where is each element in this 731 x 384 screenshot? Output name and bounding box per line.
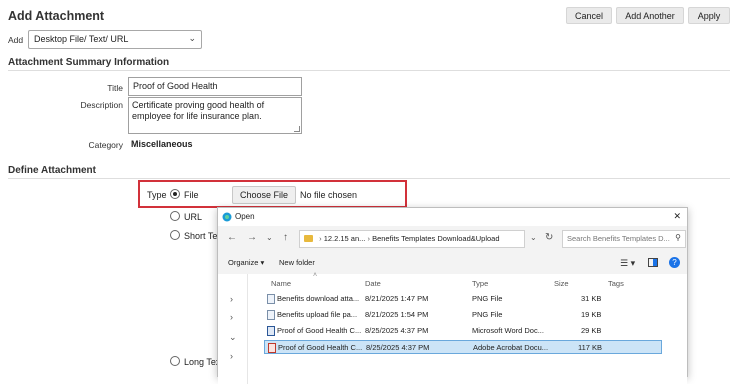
- preview-pane-icon[interactable]: [648, 258, 658, 267]
- sort-ascending-icon: ˄: [313, 272, 318, 279]
- help-icon[interactable]: ?: [669, 257, 680, 268]
- radio-file[interactable]: [170, 189, 180, 199]
- column-header-name[interactable]: Name: [271, 279, 291, 288]
- image-file-icon: [267, 294, 275, 304]
- expand-chevron-icon[interactable]: ›: [230, 312, 233, 322]
- organize-menu[interactable]: Organize ▾: [228, 258, 264, 267]
- no-file-chosen-text: No file chosen: [300, 190, 358, 200]
- radio-url-label: URL: [184, 212, 203, 222]
- description-text: Certificate proving good health of emplo…: [132, 100, 265, 121]
- file-size: 117 KB: [578, 343, 603, 352]
- page-title: Add Attachment: [8, 9, 105, 23]
- resize-grip-icon[interactable]: [294, 126, 300, 132]
- file-row-selected[interactable]: Proof of Good Health C... 8/25/2025 4:37…: [264, 340, 662, 354]
- file-row[interactable]: Benefits upload file pa... 8/21/2025 1:5…: [264, 308, 662, 322]
- recent-locations-chevron-icon[interactable]: ⌄: [266, 233, 273, 242]
- description-textarea[interactable]: Certificate proving good health of emplo…: [128, 97, 302, 134]
- file-type: PNG File: [472, 294, 503, 303]
- define-section-title: Define Attachment: [8, 165, 96, 176]
- type-label: Type: [147, 190, 167, 200]
- title-label: Title: [107, 83, 123, 93]
- image-file-icon: [267, 310, 275, 320]
- word-file-icon: [267, 326, 275, 336]
- summary-section-title: Attachment Summary Information: [8, 57, 170, 68]
- file-size: 29 KB: [581, 326, 602, 335]
- navigation-pane: › › ⌄ ›: [218, 274, 248, 384]
- file-date: 8/25/2025 4:37 PM: [366, 343, 430, 352]
- address-dropdown-chevron-icon[interactable]: ⌄: [530, 233, 537, 242]
- file-date: 8/21/2025 1:47 PM: [365, 294, 429, 303]
- radio-short-text-label: Short Te: [184, 231, 218, 241]
- up-arrow-icon[interactable]: ↑: [283, 232, 288, 243]
- section-divider: [8, 70, 730, 71]
- view-options-icon[interactable]: ☰ ▾: [620, 258, 635, 269]
- new-folder-button[interactable]: New folder: [279, 258, 315, 267]
- file-list-pane: › › ⌄ › ˄ Name Date Type Size Tags Benef…: [218, 272, 687, 384]
- folder-icon: [304, 235, 313, 242]
- radio-url[interactable]: [170, 211, 180, 221]
- organize-label: Organize: [228, 258, 259, 267]
- search-icon: ⚲: [675, 233, 681, 242]
- radio-long-text-label: Long Tex: [184, 357, 221, 367]
- file-name: Benefits upload file pa...: [277, 310, 358, 319]
- file-size: 19 KB: [581, 310, 602, 319]
- description-label: Description: [80, 100, 123, 110]
- file-type: PNG File: [472, 310, 503, 319]
- expand-chevron-icon[interactable]: ›: [230, 351, 233, 361]
- browser-app-icon: [222, 212, 232, 222]
- add-type-value: Desktop File/ Text/ URL: [34, 34, 129, 44]
- search-placeholder: Search Benefits Templates D...: [567, 234, 670, 243]
- apply-button[interactable]: Apply: [688, 7, 730, 24]
- file-type: Microsoft Word Doc...: [472, 326, 544, 335]
- dialog-titlebar: Open ✕: [218, 208, 687, 226]
- category-label: Category: [88, 140, 124, 150]
- column-header-date[interactable]: Date: [365, 279, 381, 288]
- expand-chevron-icon[interactable]: ›: [230, 294, 233, 304]
- cancel-button[interactable]: Cancel: [566, 7, 612, 24]
- collapse-chevron-icon[interactable]: ⌄: [229, 332, 237, 343]
- file-name: Proof of Good Health C...: [278, 343, 363, 352]
- file-row[interactable]: Benefits download atta... 8/21/2025 1:47…: [264, 292, 662, 306]
- path-separator-icon: ›: [319, 234, 322, 243]
- file-name: Proof of Good Health C...: [277, 326, 362, 335]
- chevron-down-icon: ⌄: [188, 33, 196, 43]
- choose-file-button[interactable]: Choose File: [232, 186, 296, 204]
- open-file-dialog: Open ✕ ← → ⌄ ↑ › 12.2.15 an... › Benefit…: [217, 207, 688, 384]
- dialog-navigation-bar: ← → ⌄ ↑ › 12.2.15 an... › Benefits Templ…: [218, 226, 687, 252]
- file-type: Adobe Acrobat Docu...: [473, 343, 549, 352]
- title-input[interactable]: Proof of Good Health: [128, 77, 302, 96]
- file-size: 31 KB: [581, 294, 602, 303]
- pdf-file-icon: [268, 343, 276, 353]
- file-row[interactable]: Proof of Good Health C... 8/25/2025 4:37…: [264, 324, 662, 338]
- column-header-type[interactable]: Type: [472, 279, 488, 288]
- column-header-tags[interactable]: Tags: [608, 279, 624, 288]
- add-label: Add: [8, 35, 24, 45]
- refresh-icon[interactable]: ↻: [545, 232, 553, 243]
- column-header-size[interactable]: Size: [554, 279, 569, 288]
- radio-file-label: File: [184, 190, 199, 200]
- section-divider: [8, 178, 730, 179]
- file-date: 8/21/2025 1:54 PM: [365, 310, 429, 319]
- radio-long-text[interactable]: [170, 356, 180, 366]
- close-icon[interactable]: ✕: [673, 211, 681, 222]
- file-name: Benefits download atta...: [277, 294, 360, 303]
- add-another-button[interactable]: Add Another: [616, 7, 684, 24]
- dialog-title: Open: [235, 212, 255, 221]
- file-date: 8/25/2025 4:37 PM: [365, 326, 429, 335]
- path-segment[interactable]: 12.2.15 an...: [324, 234, 366, 243]
- add-type-select[interactable]: Desktop File/ Text/ URL ⌄: [28, 30, 202, 49]
- search-input[interactable]: Search Benefits Templates D... ⚲: [562, 230, 686, 248]
- path-segment[interactable]: Benefits Templates Download&Upload: [372, 234, 499, 243]
- address-bar[interactable]: › 12.2.15 an... › Benefits Templates Dow…: [299, 230, 525, 248]
- radio-short-text[interactable]: [170, 230, 180, 240]
- dialog-toolbar: Organize ▾ New folder ☰ ▾ ?: [218, 252, 687, 274]
- category-value: Miscellaneous: [131, 139, 193, 149]
- forward-arrow-icon[interactable]: →: [247, 232, 257, 243]
- back-arrow-icon[interactable]: ←: [227, 232, 237, 243]
